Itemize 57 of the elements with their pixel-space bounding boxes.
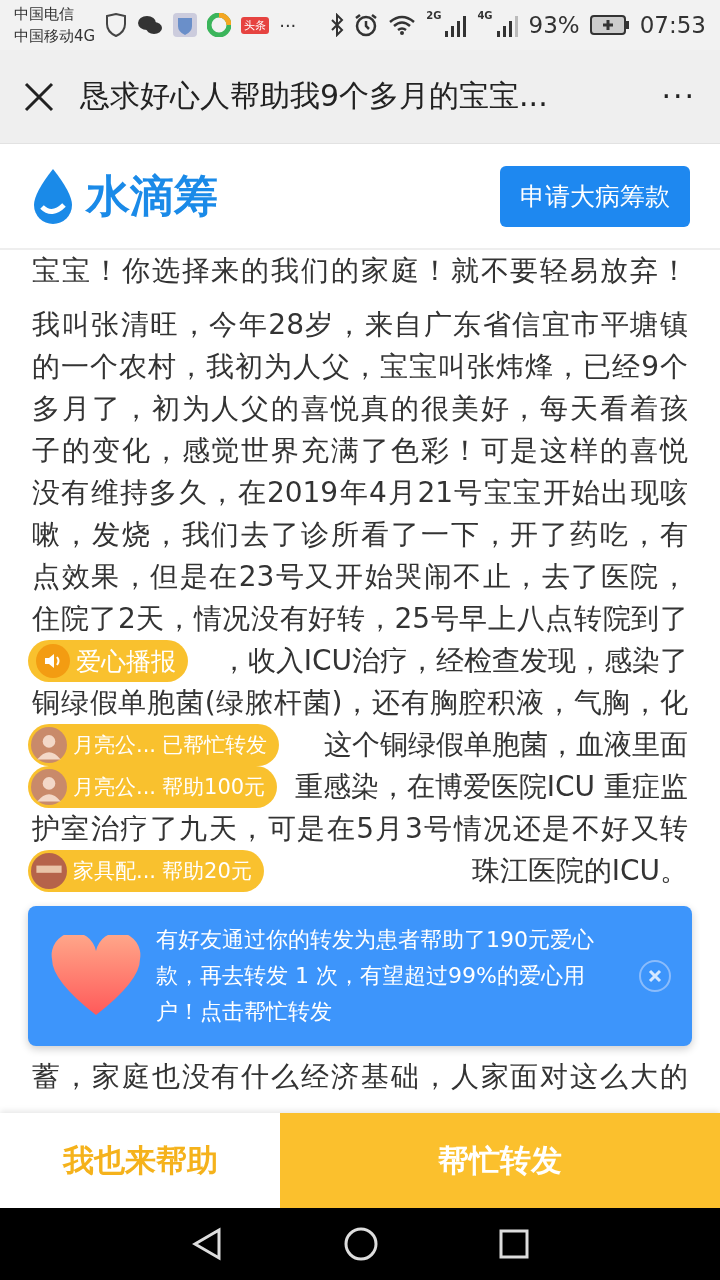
article-line: 宝宝！你选择来的我们的家庭！就不要轻易放弃！ bbox=[32, 253, 688, 289]
battery-percent: 93% bbox=[528, 12, 580, 38]
article-line: 这个铜绿假单胞菌，血液里面 bbox=[324, 727, 688, 763]
article-line: 铜绿假单胞菌(绿脓杆菌)，还有胸腔积液，气胸，化 bbox=[32, 685, 688, 721]
carrier-name: 中国电信 bbox=[14, 4, 75, 25]
article-line: 没有维持多久，在2019年4月21号宝宝开始出现咳 bbox=[32, 475, 688, 511]
broadcast-pill[interactable]: 爱心播报 bbox=[28, 640, 188, 682]
home-icon[interactable] bbox=[344, 1227, 378, 1261]
article-line: 蓄，家庭也没有什么经济基础，人家面对这么大的 bbox=[32, 1059, 688, 1095]
help-button[interactable]: 我也来帮助 bbox=[0, 1113, 280, 1208]
alarm-icon bbox=[354, 13, 379, 37]
avatar-icon bbox=[31, 769, 67, 805]
recents-icon[interactable] bbox=[499, 1229, 530, 1259]
signal-icon bbox=[443, 13, 468, 37]
signal-icon bbox=[494, 13, 519, 37]
donor-name: 家具配... bbox=[73, 858, 157, 885]
battery-icon bbox=[589, 14, 630, 36]
article-line: 重感染，在博爱医院ICU 重症监 bbox=[294, 769, 688, 805]
article-line: 的一个农村，我初为人父，宝宝叫张炜烽，已经9个 bbox=[32, 349, 688, 385]
shield-app-icon bbox=[173, 13, 198, 37]
broadcast-label: 爱心播报 bbox=[76, 645, 176, 678]
donor-action: 帮助20元 bbox=[162, 858, 252, 885]
heart-icon bbox=[50, 935, 142, 1017]
article-line: 多月了，初为人父的喜悦真的很美好，每天看着孩 bbox=[32, 391, 688, 427]
network-type: 2G bbox=[426, 10, 442, 21]
brand-name: 水滴筹 bbox=[86, 168, 219, 223]
donor-action: 已帮忙转发 bbox=[162, 732, 268, 759]
more-notifications: ··· bbox=[279, 14, 297, 36]
article-line: 珠江医院的ICU。 bbox=[471, 853, 688, 889]
clock-time: 07:53 bbox=[639, 12, 706, 38]
article-line: ，收入ICU治疗，经检查发现，感染了 bbox=[219, 643, 688, 679]
donor-name: 月亮公... bbox=[73, 774, 157, 801]
donor-name: 月亮公... bbox=[73, 732, 157, 759]
article-line: 嗽，发烧，我们去了诊所看了一下，开了药吃，有 bbox=[32, 517, 688, 553]
wifi-icon bbox=[388, 14, 417, 36]
close-icon[interactable] bbox=[24, 81, 54, 112]
share-banner[interactable]: 有好友通过你的转发为患者帮助了190元爱心款，再去转发 1 次，有望超过99%的爱心用户！点击帮忙转发 bbox=[28, 906, 692, 1046]
apply-button[interactable]: 申请大病筹款 bbox=[500, 165, 690, 227]
article-line: 子的变化，感觉世界充满了色彩！可是这样的喜悦 bbox=[32, 433, 688, 469]
shield-icon bbox=[105, 13, 128, 37]
donor-action: 帮助100元 bbox=[162, 774, 266, 801]
more-menu[interactable]: ··· bbox=[661, 79, 696, 114]
article-line: 我叫张清旺，今年28岁，来自广东省信宜市平塘镇 bbox=[32, 307, 688, 343]
back-icon[interactable] bbox=[190, 1227, 223, 1261]
carrier-name: 中国移动4G bbox=[14, 26, 96, 47]
article-line: 护室治疗了九天，可是在5月3号情况还是不好又转 bbox=[32, 811, 688, 847]
share-button[interactable]: 帮忙转发 bbox=[280, 1113, 720, 1208]
speaker-icon bbox=[36, 644, 70, 678]
article-line: 住院了2天，情况没有好转，25号早上八点转院到了 bbox=[32, 601, 688, 637]
page-title: 恳求好心人帮助我9个多月的宝宝... bbox=[80, 77, 549, 115]
network-type: 4G bbox=[477, 10, 493, 21]
ring-app-icon bbox=[207, 13, 232, 37]
avatar-icon bbox=[31, 727, 67, 763]
banner-message: 有好友通过你的转发为患者帮助了190元爱心款，再去转发 1 次，有望超过99%的爱心用户！点击帮忙转发 bbox=[156, 926, 595, 1026]
bluetooth-icon bbox=[330, 13, 345, 37]
article-line: 点效果，但是在23号又开始哭闹不止，去了医院， bbox=[32, 559, 688, 595]
news-app-badge: 头条 bbox=[241, 16, 270, 34]
